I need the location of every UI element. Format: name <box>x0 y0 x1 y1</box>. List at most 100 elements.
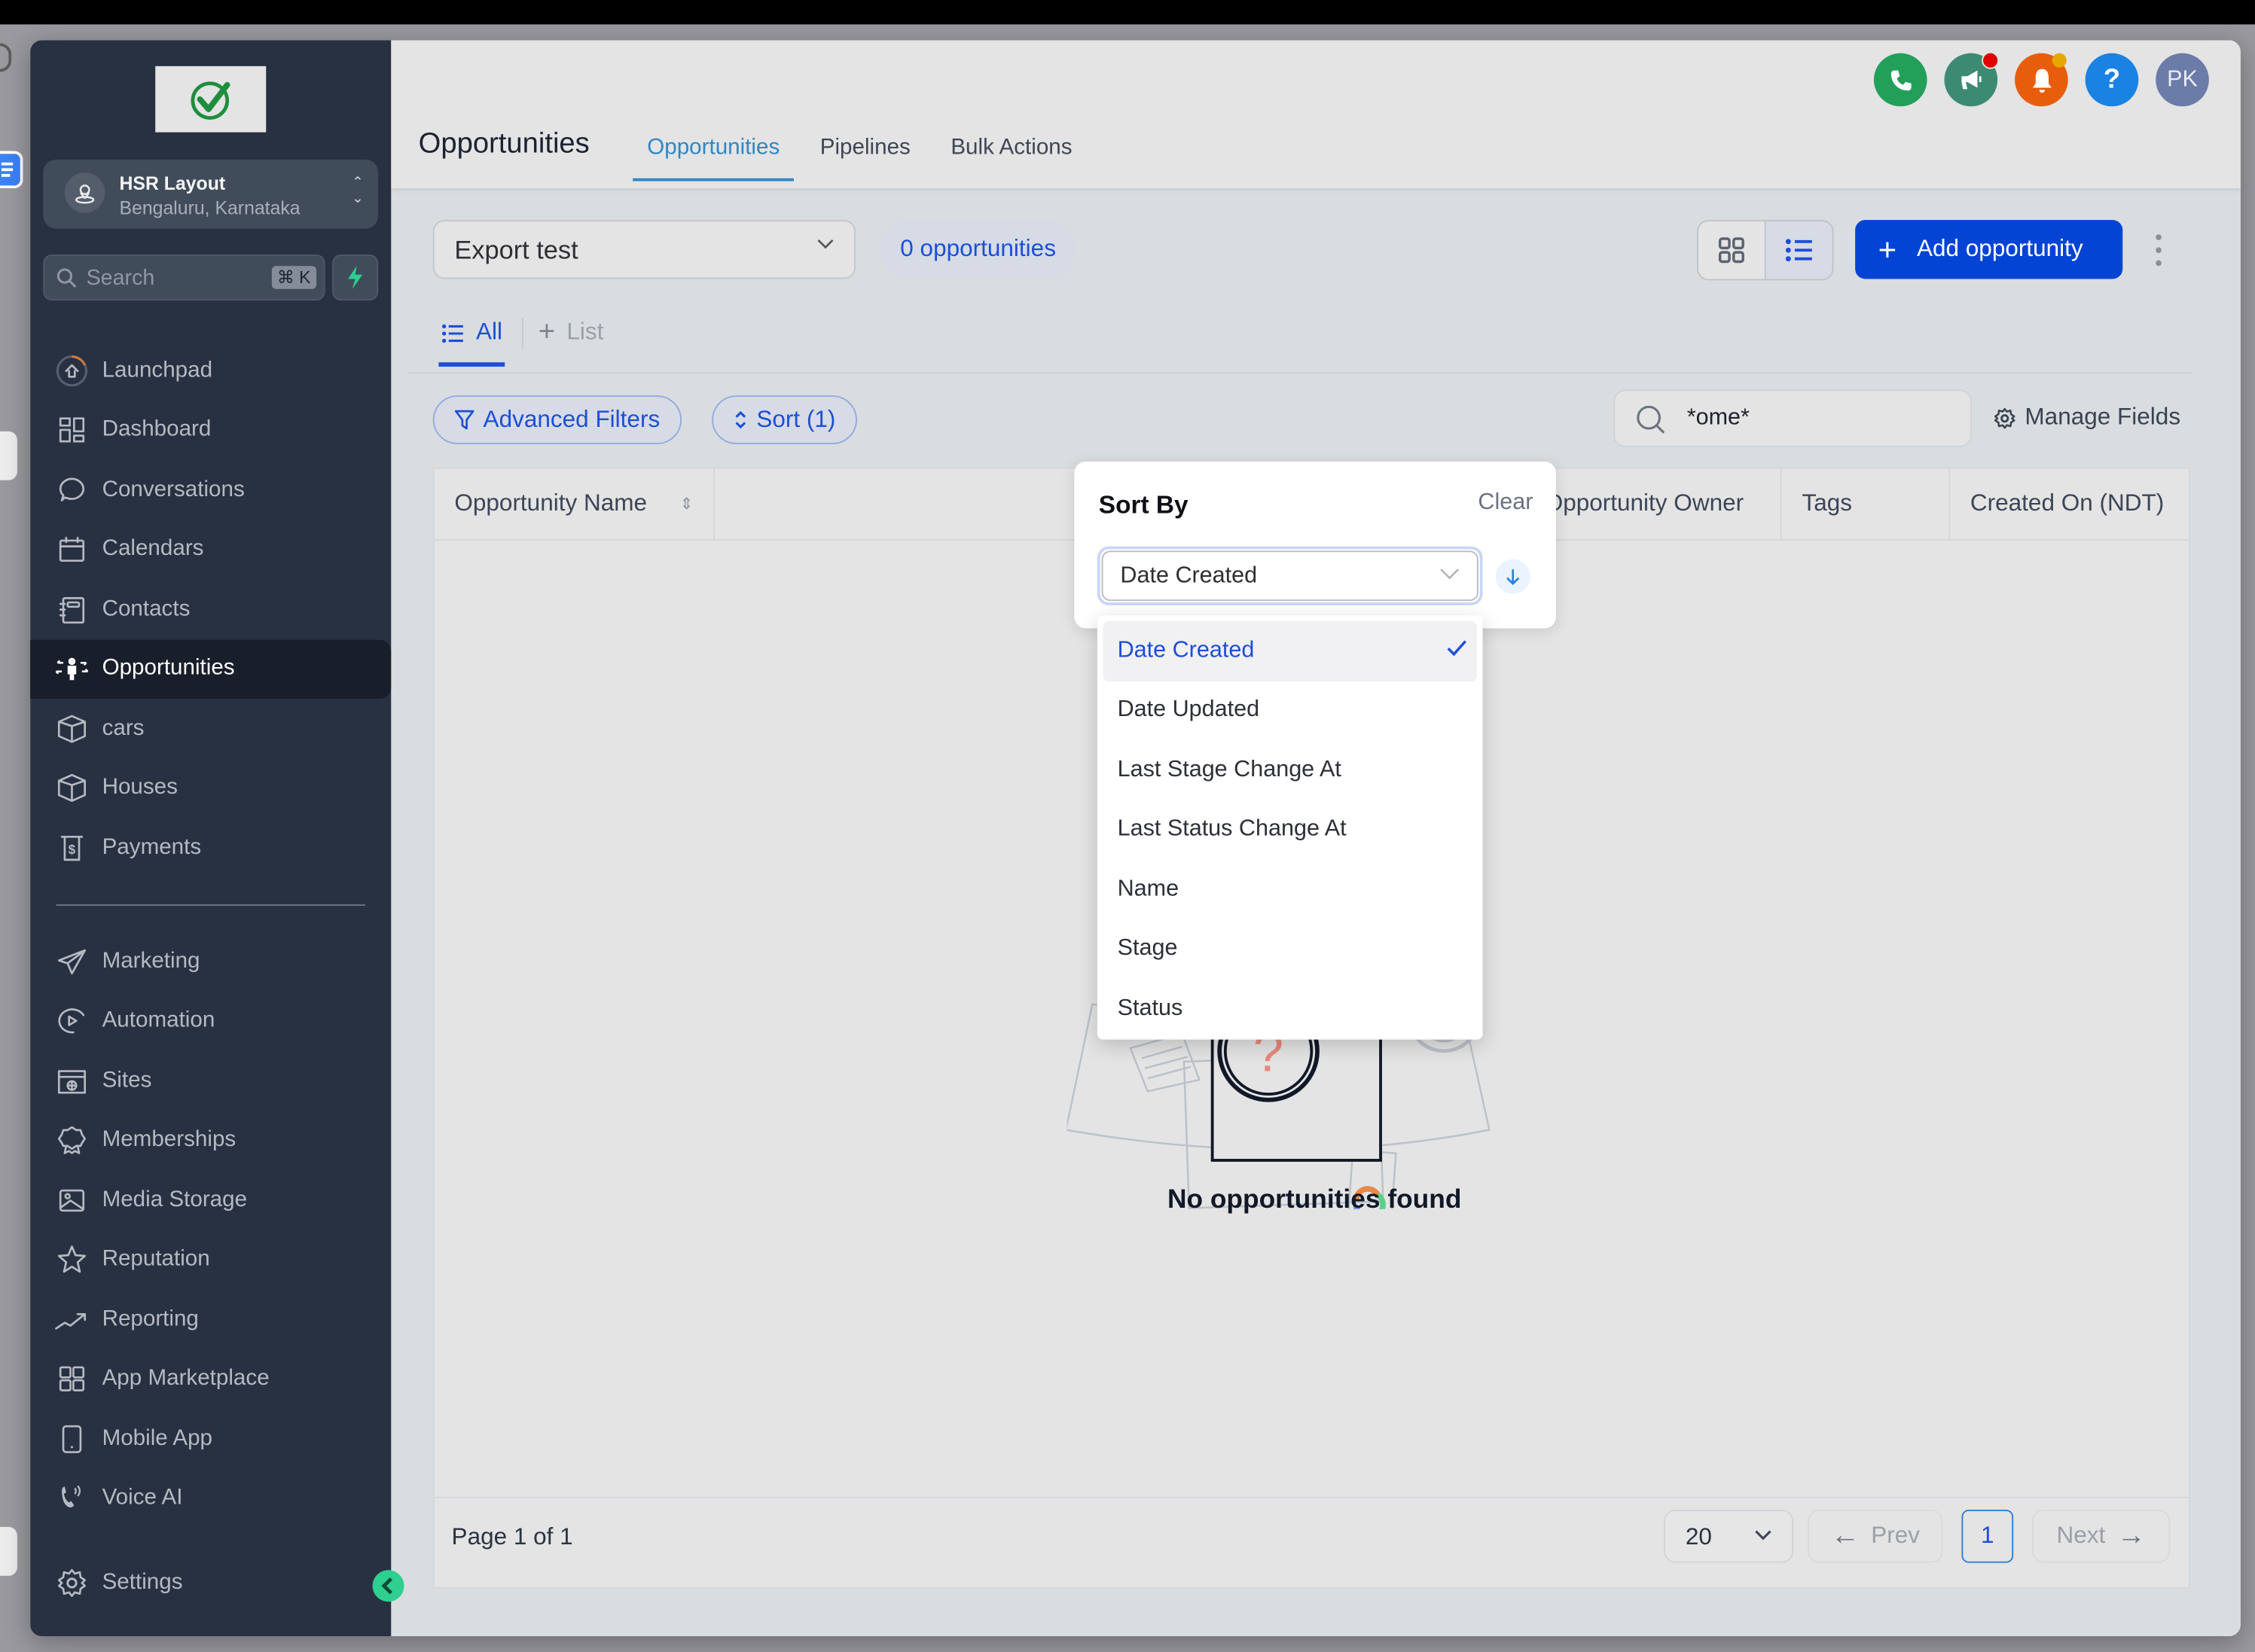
sidebar-item-label: cars <box>102 715 145 740</box>
manage-fields-button[interactable]: Manage Fields <box>1993 404 2180 431</box>
sort-option[interactable]: Stage <box>1103 919 1477 979</box>
column-header-opportunity-name[interactable]: Opportunity Name ⇕ <box>435 468 715 540</box>
add-opportunity-button[interactable]: + Add opportunity <box>1855 220 2123 279</box>
sidebar-item-label: Memberships <box>102 1127 236 1152</box>
page-number-button[interactable]: 1 <box>1961 1509 2014 1563</box>
image-icon <box>55 1183 90 1218</box>
sidebar-item-mobile-app[interactable]: Mobile App <box>30 1409 391 1468</box>
main-content: Opportunities Opportunities Pipelines Bu… <box>391 40 2241 1637</box>
sidebar-item-label: Reporting <box>102 1306 199 1331</box>
sidebar-item-conversations[interactable]: Conversations <box>30 460 391 520</box>
chevron-down-icon <box>1755 1530 1771 1541</box>
arrow-left-icon: ← <box>1830 1519 1860 1552</box>
sidebar-item-payments[interactable]: $ Payments <box>30 818 391 878</box>
page-info: Page 1 of 1 <box>451 1524 573 1550</box>
sidebar-search[interactable]: Search ⌘ K <box>43 254 325 301</box>
sidebar-item-label: Reputation <box>102 1247 210 1272</box>
location-switcher[interactable]: HSR Layout Bengaluru, Karnataka ⌃ ⌄ <box>43 159 379 229</box>
sort-option-label: Date Updated <box>1117 697 1260 723</box>
sort-option[interactable]: Last Status Change At <box>1103 800 1477 860</box>
phone-button[interactable] <box>1873 53 1927 107</box>
sidebar-item-app-marketplace[interactable]: App Marketplace <box>30 1349 391 1409</box>
question-mark-icon: ? <box>2103 63 2121 95</box>
location-name: HSR Layout <box>119 172 226 194</box>
sort-field-value: Date Created <box>1120 563 1258 588</box>
sort-button[interactable]: Sort (1) <box>712 395 858 445</box>
sidebar-item-sites[interactable]: Sites <box>30 1051 391 1111</box>
header-tabs: Opportunities Pipelines Bulk Actions <box>633 130 1098 181</box>
sidebar-item-media-storage[interactable]: Media Storage <box>30 1170 391 1230</box>
sidebar-item-settings[interactable]: Settings <box>30 1553 391 1612</box>
sidebar-item-voice-ai[interactable]: Voice AI <box>30 1469 391 1529</box>
sort-direction-button[interactable] <box>1495 559 1530 594</box>
column-header-tags[interactable]: Tags <box>1782 468 1951 540</box>
notification-dot <box>2052 53 2067 68</box>
notes-app-icon[interactable] <box>0 151 23 189</box>
sidebar-item-houses[interactable]: Houses <box>30 758 391 818</box>
apps-grid-icon <box>55 1362 90 1397</box>
sidebar-item-label: Media Storage <box>102 1187 248 1212</box>
column-header-owner[interactable]: Opportunity Owner <box>1524 468 1782 540</box>
tab-bulk-actions[interactable]: Bulk Actions <box>936 130 1086 181</box>
sidebar-item-reporting[interactable]: Reporting <box>30 1290 391 1349</box>
contacts-book-icon <box>55 592 90 626</box>
sort-option[interactable]: Status <box>1103 979 1477 1038</box>
sidebar-item-marketing[interactable]: Marketing <box>30 931 391 991</box>
sidebar-item-contacts[interactable]: Contacts <box>30 580 391 639</box>
user-avatar[interactable]: PK <box>2156 53 2209 107</box>
notifications-button[interactable] <box>2015 53 2068 107</box>
sort-option[interactable]: Date Updated <box>1103 681 1477 740</box>
collapse-sidebar-button[interactable] <box>372 1570 404 1602</box>
quick-actions-button[interactable] <box>332 254 379 301</box>
payments-icon: $ <box>55 831 90 865</box>
side-dock-tab[interactable] <box>0 431 17 480</box>
sort-arrows-icon: ⇕ <box>679 495 694 514</box>
company-logo[interactable] <box>155 66 267 133</box>
more-options-icon[interactable] <box>2151 234 2165 267</box>
gear-icon <box>55 1565 90 1600</box>
sort-option-label: Status <box>1117 995 1183 1021</box>
sidebar-item-dashboard[interactable]: Dashboard <box>30 401 391 460</box>
tab-pipelines[interactable]: Pipelines <box>806 130 925 181</box>
tab-opportunities[interactable]: Opportunities <box>633 130 795 181</box>
filter-funnel-icon <box>454 410 474 430</box>
clear-sort-button[interactable]: Clear <box>1478 490 1533 516</box>
per-page-select[interactable]: 20 <box>1664 1509 1794 1563</box>
add-list-button[interactable]: + List <box>539 310 604 369</box>
sidebar: HSR Layout Bengaluru, Karnataka ⌃ ⌄ Searc… <box>30 40 392 1637</box>
list-tab-all-label: All <box>476 319 503 346</box>
opportunity-search-input[interactable]: *ome* <box>1613 389 1972 447</box>
list-view-button[interactable] <box>1765 221 1832 279</box>
sidebar-item-label: Mobile App <box>102 1425 213 1451</box>
help-button[interactable]: ? <box>2085 53 2139 107</box>
next-page-button[interactable]: Next → <box>2031 1509 2171 1563</box>
sidebar-item-memberships[interactable]: Memberships <box>30 1111 391 1170</box>
sort-option[interactable]: Date Created <box>1103 620 1477 681</box>
list-icon <box>1785 239 1812 262</box>
sort-option[interactable]: Name <box>1103 860 1477 919</box>
sidebar-item-reputation[interactable]: Reputation <box>30 1230 391 1290</box>
sort-field-select[interactable]: Date Created <box>1097 546 1483 605</box>
arrow-down-icon <box>1506 569 1520 586</box>
sidebar-item-label: Conversations <box>102 477 245 501</box>
search-value: *ome* <box>1686 405 1750 430</box>
list-tab-all[interactable]: All <box>438 313 506 367</box>
smart-list-select[interactable]: Export test <box>432 220 856 279</box>
sidebar-item-calendars[interactable]: Calendars <box>30 520 391 579</box>
side-dock-tab[interactable] <box>0 1526 17 1576</box>
advanced-filters-button[interactable]: Advanced Filters <box>432 395 682 445</box>
sidebar-item-opportunities[interactable]: Opportunities <box>30 639 392 700</box>
announcements-button[interactable] <box>1944 51 2000 107</box>
grid-view-button[interactable] <box>1698 221 1766 279</box>
smart-list-value: Export test <box>454 236 578 265</box>
plus-icon: + <box>1878 230 1897 267</box>
sidebar-nav-settings: Settings <box>30 1553 391 1612</box>
sidebar-item-label: Sites <box>102 1068 152 1093</box>
sidebar-item-automation[interactable]: Automation <box>30 992 391 1051</box>
column-header-created-on[interactable]: Created On (NDT) <box>1950 468 2189 539</box>
sort-option[interactable]: Last Stage Change At <box>1103 740 1477 800</box>
prev-page-button[interactable]: ← Prev <box>1808 1509 1943 1563</box>
sidebar-item-launchpad[interactable]: Launchpad <box>30 341 391 401</box>
sidebar-item-cars[interactable]: cars <box>30 699 391 758</box>
sidebar-item-label: Dashboard <box>102 417 212 442</box>
